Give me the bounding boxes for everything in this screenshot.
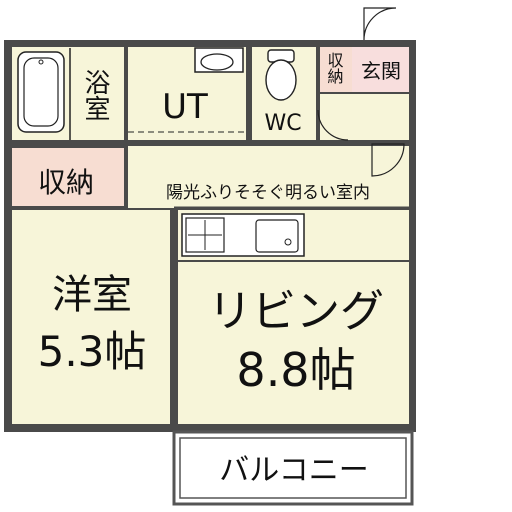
- hall-floor: [320, 94, 409, 140]
- caption-text: 陽光ふりそそぐ明るい室内: [166, 183, 370, 203]
- entrance-door: [363, 7, 397, 41]
- living-name: リビング: [208, 286, 384, 337]
- balcony-label: バルコニー: [219, 453, 368, 488]
- entrance-label: 玄関: [361, 59, 401, 83]
- western-name: 洋室: [52, 272, 132, 318]
- storage-small-label: 収納: [325, 52, 344, 85]
- western-size: 5.3帖: [38, 327, 147, 376]
- living-size: 8.8帖: [236, 343, 355, 397]
- wc-label: WC: [264, 111, 301, 136]
- toilet-bowl: [265, 59, 297, 101]
- bath-label: 浴室: [80, 69, 110, 121]
- floor-plan: 浴室 UT WC 収納 玄関 収納 陽光ふりそそぐ明るい室内 洋室 5.3帖 リ…: [4, 7, 416, 506]
- ut-label: UT: [162, 87, 208, 127]
- kitchen-sink: [255, 219, 299, 253]
- storage-label: 収納: [38, 166, 94, 199]
